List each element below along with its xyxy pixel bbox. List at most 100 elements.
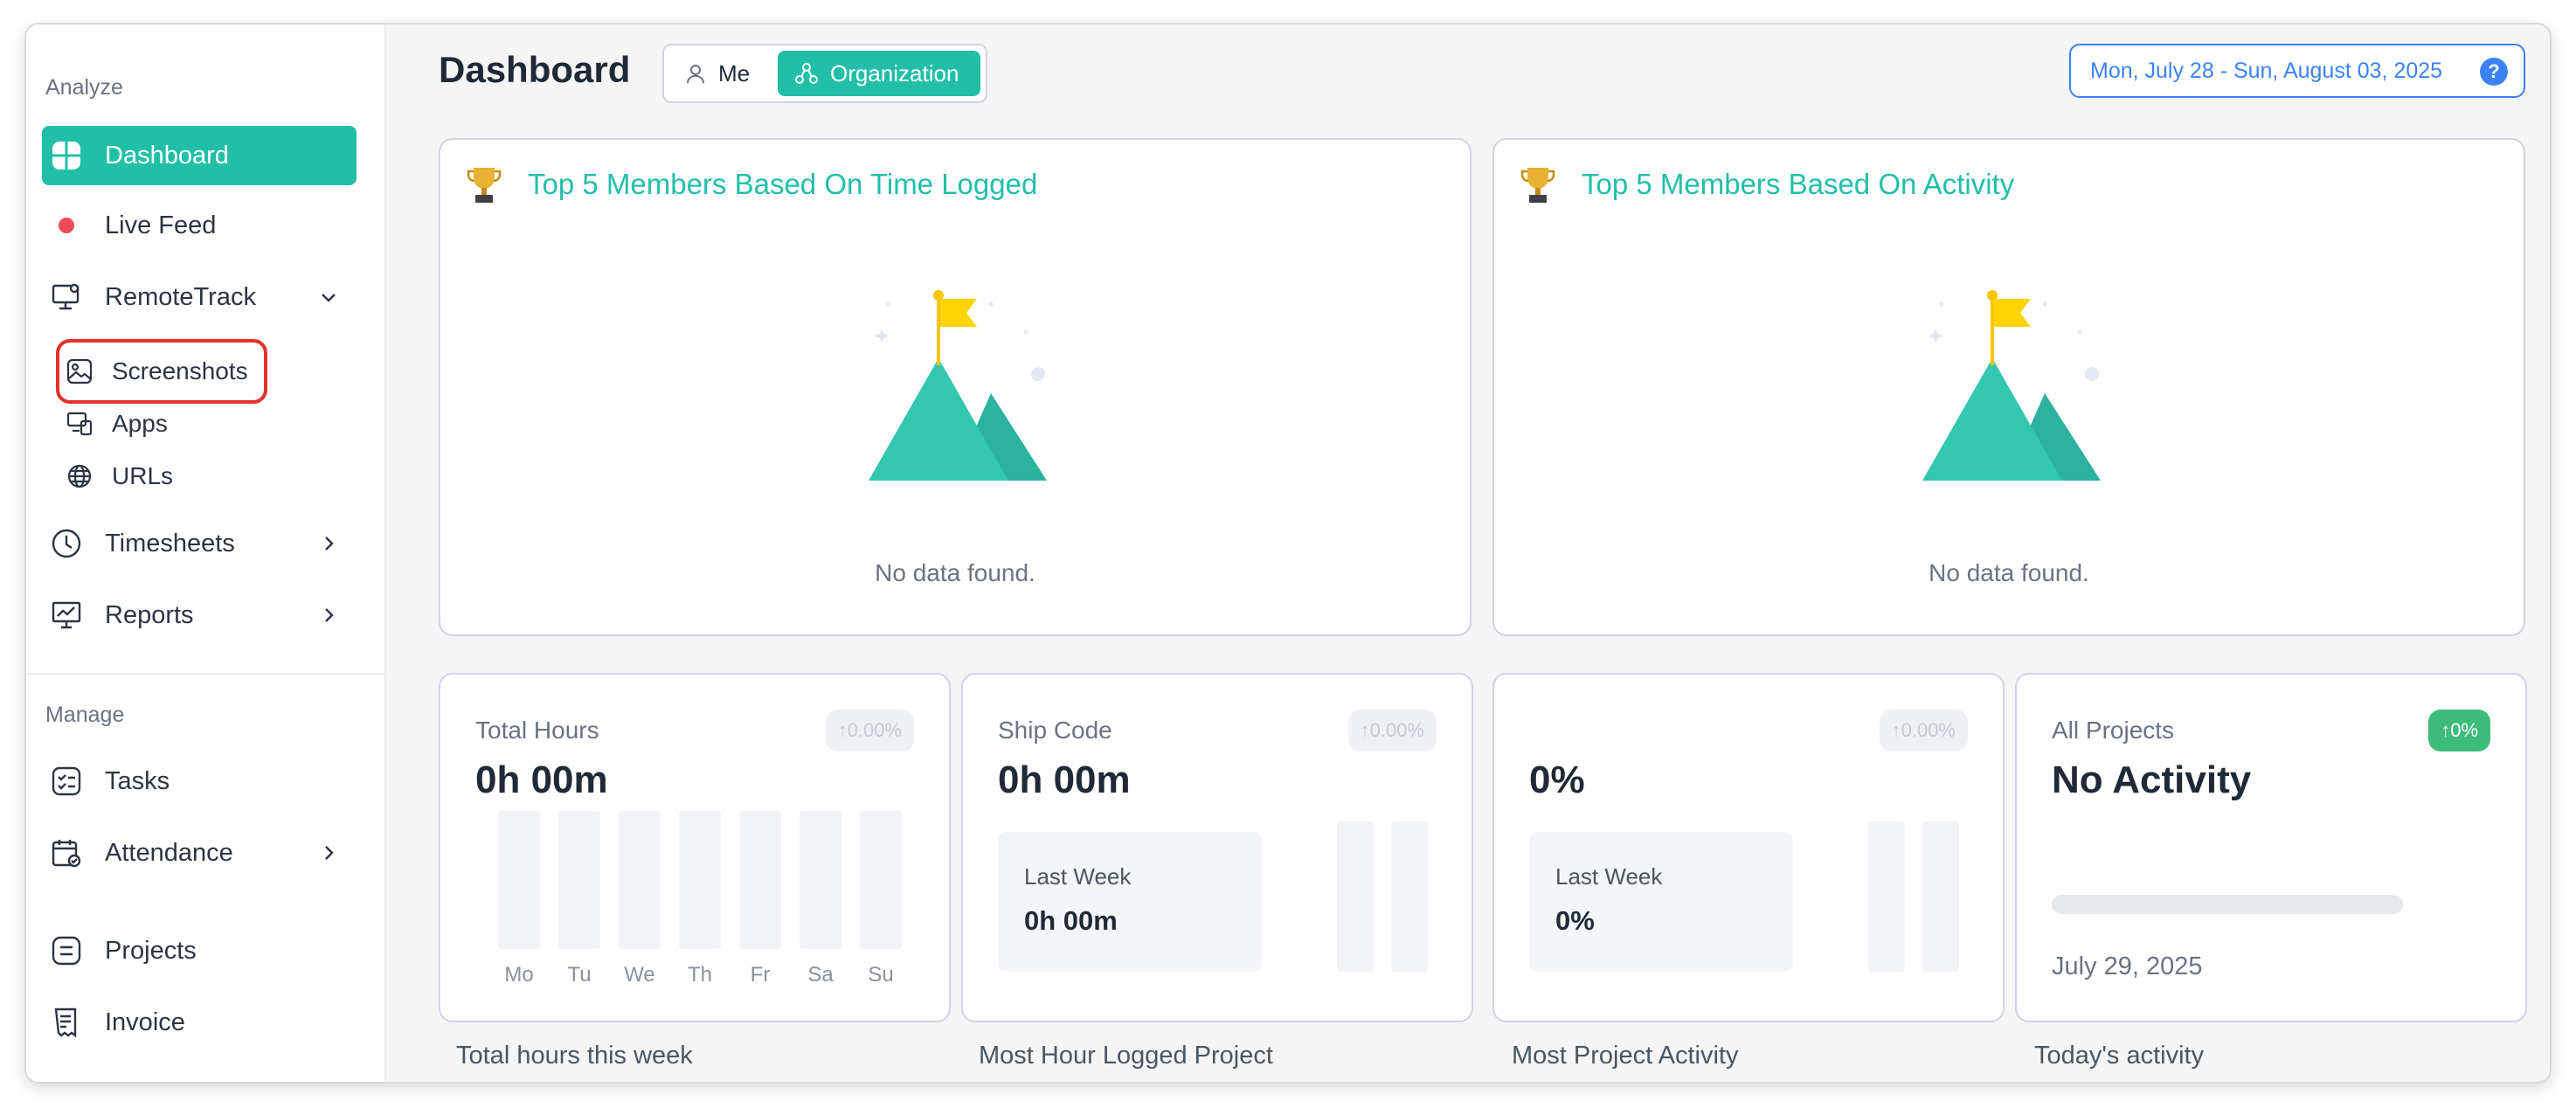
stat-value: No Activity — [2052, 758, 2252, 801]
toggle-me-button[interactable]: Me — [685, 51, 750, 96]
stat-value: 0h 00m — [998, 758, 1131, 801]
weekday-bars — [498, 811, 920, 949]
caption-total-hours: Total hours this week — [456, 1042, 693, 1070]
sidebar-item-dashboard[interactable]: Dashboard — [42, 126, 357, 185]
last-week-label: Last Week — [1555, 863, 1663, 890]
empty-state-text: No data found. — [875, 559, 1035, 586]
comparison-bar — [1337, 821, 1374, 972]
image-icon — [65, 357, 94, 386]
day-label: Su — [868, 963, 894, 987]
globe-icon — [65, 461, 94, 491]
sidebar-item-projects[interactable]: Projects — [42, 921, 357, 980]
monitor-icon — [49, 280, 84, 315]
sidebar-item-invoice[interactable]: Invoice — [42, 993, 357, 1052]
user-icon — [687, 65, 704, 84]
stat-label: Total Hours — [475, 717, 599, 744]
devices-icon — [65, 409, 94, 439]
sidebar-item-remotetrack[interactable]: RemoteTrack — [42, 267, 357, 327]
sidebar-item-label: Invoice — [105, 1008, 185, 1036]
activity-progress-bar — [2052, 895, 2403, 914]
day-label: Mo — [504, 963, 534, 987]
sidebar-item-live-feed[interactable]: Live Feed — [42, 196, 357, 255]
sidebar-item-label: Projects — [105, 936, 197, 965]
app-window: Analyze Dashboard Live Feed RemoteTrack — [26, 24, 2550, 1082]
card-top-activity: Top 5 Members Based On Activity No data … — [1492, 138, 2525, 636]
toggle-organization-label: Organization — [830, 59, 959, 87]
help-icon[interactable]: ? — [2480, 58, 2508, 86]
empty-state-text: No data found. — [1929, 559, 2089, 586]
live-dot-icon — [49, 208, 84, 243]
sidebar: Analyze Dashboard Live Feed RemoteTrack — [26, 24, 386, 1082]
empty-state-mountain-illustration — [869, 290, 1047, 481]
stat-value: 0h 00m — [475, 758, 608, 801]
caption-most-project-activity: Most Project Activity — [1512, 1042, 1739, 1070]
stat-label: All Projects — [2052, 717, 2175, 744]
chevron-right-icon — [325, 608, 334, 622]
sidebar-item-label: Dashboard — [105, 141, 229, 170]
toggle-organization-button[interactable]: Organization — [778, 51, 980, 96]
project-icon — [49, 933, 84, 968]
empty-state-mountain-illustration — [1922, 290, 2101, 481]
dashboard-icon — [49, 138, 84, 173]
stat-label: Ship Code — [998, 717, 1112, 744]
day-label: Tu — [567, 963, 592, 987]
section-label-analyze: Analyze — [45, 75, 123, 100]
sidebar-item-label: Screenshots — [112, 357, 248, 384]
day-bar — [739, 811, 781, 949]
last-week-box: Last Week 0% — [1529, 832, 1793, 972]
card-activity: 0% ↑0.00% Last Week 0% — [1492, 673, 2005, 1022]
main-content: Dashboard Me Organization Mon, July 28 -… — [388, 24, 2550, 1082]
day-label: Sa — [807, 963, 834, 987]
sidebar-item-label: RemoteTrack — [105, 282, 256, 311]
sidebar-item-label: URLs — [112, 462, 174, 489]
checklist-icon — [49, 764, 84, 799]
sidebar-item-label: Live Feed — [105, 211, 217, 239]
invoice-icon — [49, 1005, 84, 1040]
calendar-check-icon — [49, 835, 84, 870]
sidebar-item-label: Attendance — [105, 838, 233, 867]
page-title: Dashboard — [439, 49, 631, 90]
change-badge: ↑0.00% — [1879, 710, 1968, 751]
clock-icon — [49, 526, 84, 561]
day-bar — [619, 811, 661, 949]
chevron-right-icon — [325, 537, 334, 551]
toggle-me-label: Me — [718, 59, 751, 87]
card-top-time-logged: Top 5 Members Based On Time Logged No da… — [439, 138, 1472, 636]
trophy-icon — [1520, 168, 1555, 203]
sidebar-item-label: Tasks — [105, 766, 170, 795]
day-bar — [558, 811, 600, 949]
section-label-manage: Manage — [45, 703, 125, 727]
day-label: We — [624, 963, 655, 987]
chevron-right-icon — [325, 846, 334, 860]
last-week-label: Last Week — [1024, 863, 1132, 890]
scope-toggle: Me Organization — [662, 44, 987, 103]
sidebar-item-label: Apps — [112, 410, 168, 437]
change-badge: ↑0.00% — [1347, 710, 1437, 751]
last-week-value: 0h 00m — [1024, 905, 1118, 936]
sidebar-item-label: Reports — [105, 600, 194, 629]
comparison-bar — [1391, 821, 1428, 972]
sidebar-item-tasks[interactable]: Tasks — [42, 751, 357, 811]
last-week-value: 0% — [1555, 905, 1595, 936]
change-badge: ↑0.00% — [825, 710, 914, 751]
sidebar-item-urls[interactable]: URLs — [65, 455, 173, 497]
day-bar — [860, 811, 902, 949]
sidebar-item-reports[interactable]: Reports — [42, 585, 357, 645]
caption-most-hour-project: Most Hour Logged Project — [979, 1042, 1273, 1070]
comparison-bar — [1868, 821, 1905, 972]
day-bar — [498, 811, 540, 949]
trophy-icon — [467, 168, 502, 203]
card-ship-code: Ship Code 0h 00m ↑0.00% Last Week 0h 00m — [961, 673, 1473, 1022]
date-range-picker[interactable]: Mon, July 28 - Sun, August 03, 2025 ? — [2069, 44, 2525, 98]
chevron-down-icon — [322, 294, 336, 302]
day-label: Fr — [750, 963, 771, 987]
sidebar-item-screenshots[interactable]: Screenshots — [65, 350, 248, 392]
sidebar-divider — [26, 673, 386, 675]
sidebar-item-timesheets[interactable]: Timesheets — [42, 514, 357, 573]
sidebar-item-apps[interactable]: Apps — [65, 403, 168, 445]
caption-todays-activity: Today's activity — [2034, 1042, 2205, 1070]
day-bar — [800, 811, 841, 949]
activity-date: July 29, 2025 — [2052, 952, 2203, 980]
sidebar-item-attendance[interactable]: Attendance — [42, 823, 357, 883]
change-badge: ↑0% — [2428, 710, 2490, 751]
